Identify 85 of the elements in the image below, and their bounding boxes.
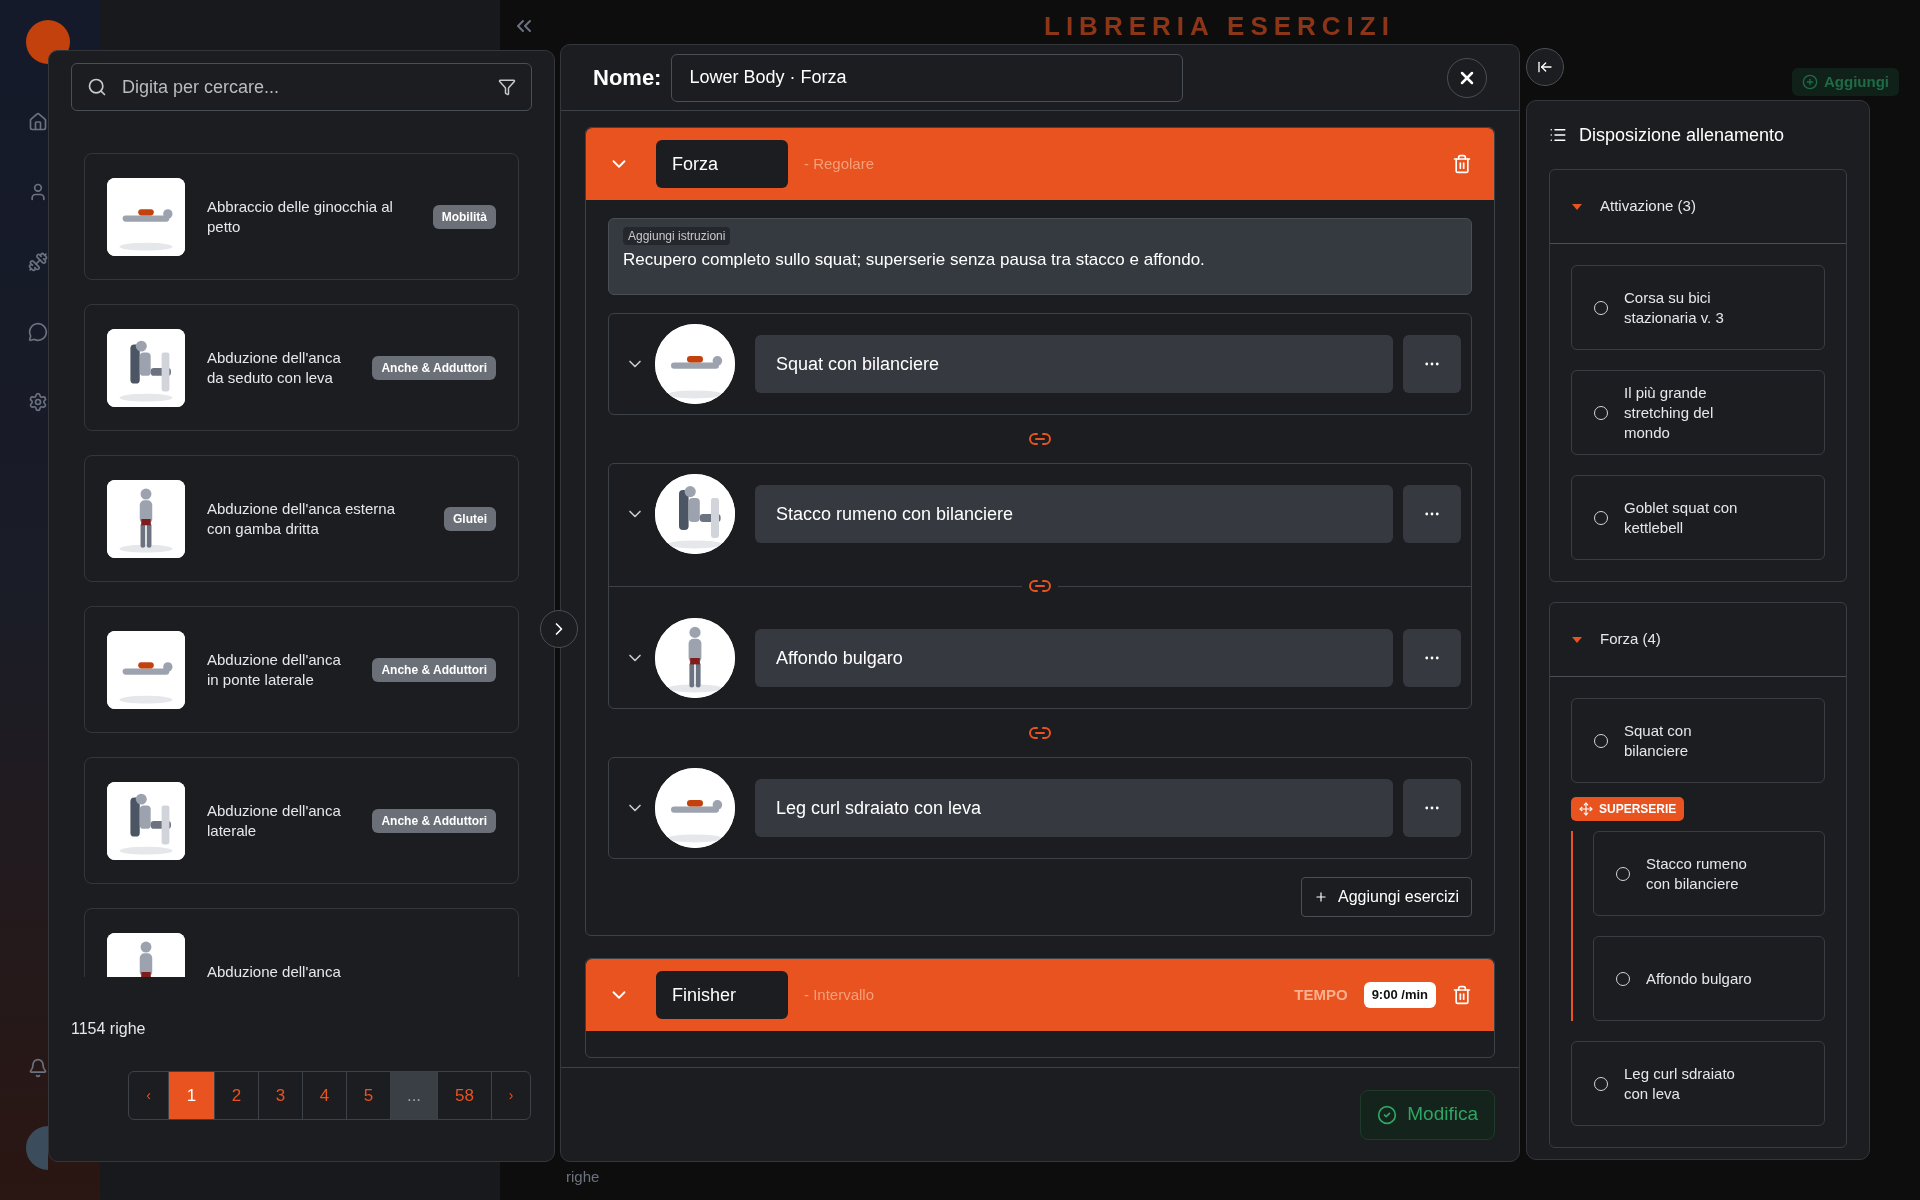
page-button[interactable]: 2	[215, 1072, 259, 1119]
group-title: Attivazione (3)	[1600, 196, 1696, 217]
layout-item[interactable]: Goblet squat con kettlebell	[1571, 475, 1825, 560]
exercise-name: Abduzione dell'anca	[207, 961, 342, 977]
tempo-label: TEMPO	[1294, 984, 1348, 1005]
category-tag: Mobilità	[432, 204, 496, 229]
layout-item-name: Affondo bulgaro	[1646, 968, 1753, 989]
category-tag: Anche & Adduttori	[372, 657, 496, 682]
next-page-button[interactable]: ›	[492, 1072, 530, 1119]
exercise-card[interactable]: Abduzione dell'anca da seduto con leva Anche & Adduttori	[84, 304, 519, 431]
superset-badge: SUPERSERIE	[1571, 797, 1685, 821]
check-icon	[1377, 1104, 1398, 1125]
plus-icon	[1802, 74, 1818, 90]
section-name-field[interactable]: Finisher	[656, 971, 788, 1019]
layout-item-name: Squat con bilanciere	[1624, 720, 1693, 761]
layout-item[interactable]: Affondo bulgaro	[1593, 936, 1825, 1021]
exercise-name: Abduzione dell'anca in ponte laterale	[207, 649, 342, 690]
more-icon	[1425, 362, 1439, 366]
more-icon	[1425, 512, 1439, 516]
move-icon	[1579, 802, 1593, 816]
exercise-name-field[interactable]: Leg curl sdraiato con leva	[755, 779, 1393, 837]
triangle-down-icon[interactable]	[1572, 636, 1582, 643]
group-title: Forza (4)	[1600, 629, 1661, 650]
plus-icon	[1314, 890, 1329, 904]
workout-name-field[interactable]: Lower Body · Forza	[671, 53, 1184, 102]
filter-icon[interactable]	[498, 78, 516, 96]
dumbbell-icon[interactable]	[28, 250, 48, 274]
more-icon	[1425, 656, 1439, 660]
collapse-icon	[1537, 59, 1553, 75]
add-exercises-button[interactable]: Aggiungi esercizi	[1301, 877, 1472, 917]
layout-item[interactable]: Corsa su bici stazionaria v. 3	[1571, 265, 1825, 350]
exercise-name: Abduzione dell'anca da seduto con leva	[207, 347, 342, 388]
exercise-name-field[interactable]: Affondo bulgaro	[755, 629, 1393, 687]
delete-icon[interactable]	[1452, 984, 1472, 1006]
layout-item-name: Stacco rumeno con bilanciere	[1646, 853, 1748, 894]
exercise-card[interactable]: Abduzione dell'anca	[84, 908, 519, 977]
row-count: righe	[566, 1167, 600, 1187]
settings-icon[interactable]	[28, 390, 48, 414]
page-button[interactable]: 4	[303, 1072, 347, 1119]
exercise-name-field[interactable]: Stacco rumeno con bilanciere	[755, 485, 1393, 543]
more-icon	[1425, 806, 1439, 810]
exercise-card[interactable]: Abduzione dell'anca laterale Anche & Adduttori	[84, 757, 519, 884]
layout-item[interactable]: Squat con bilanciere	[1571, 698, 1825, 783]
page-button[interactable]: 3	[259, 1072, 303, 1119]
search-icon	[87, 77, 107, 97]
instructions-field[interactable]: Aggiungi istruzioni Recupero completo sullo squat; superserie senza pausa tra stacco e affondo.	[608, 218, 1472, 295]
exercise-name: Abduzione dell'anca esterna con gamba dritta	[207, 498, 396, 539]
exercise-card[interactable]: Abduzione dell'anca esterna con gamba dritta Glutei	[84, 455, 519, 582]
page-title: LIBRERIA ESERCIZI	[1044, 10, 1395, 42]
bell-icon[interactable]	[28, 1056, 48, 1080]
instructions-text: Recupero completo sullo squat; superserie senza pausa tra stacco e affondo.	[623, 249, 1206, 271]
category-tag: Anche & Adduttori	[372, 808, 496, 833]
page-ellipsis[interactable]: ...	[391, 1072, 438, 1119]
row-count: 1154 righe	[71, 1019, 147, 1039]
layout-item[interactable]: Stacco rumeno con bilanciere	[1593, 831, 1825, 916]
delete-icon[interactable]	[1452, 153, 1472, 175]
page-button[interactable]: 1	[169, 1072, 215, 1119]
category-tag: Anche & Adduttori	[372, 355, 496, 380]
section-name-field[interactable]: Forza	[656, 140, 788, 188]
list-icon	[1549, 126, 1567, 144]
instructions-label: Aggiungi istruzioni	[623, 227, 731, 245]
section-header[interactable]: Forza - Regolare	[586, 128, 1494, 200]
exercise-card[interactable]: Abbraccio delle ginocchia al petto Mobilità	[84, 153, 519, 280]
section-type: - Intervallo	[804, 984, 875, 1005]
layout-item-name: Leg curl sdraiato con leva	[1624, 1063, 1736, 1104]
tempo-value: 9:00 /min	[1363, 982, 1436, 1008]
layout-item-name: Corsa su bici stazionaria v. 3	[1624, 287, 1725, 328]
section-header[interactable]: Finisher - Intervallo TEMPO 9:00 /min	[586, 959, 1494, 1031]
category-tag: Glutei	[444, 506, 496, 531]
search-field[interactable]: Digita per cercare...	[71, 63, 532, 111]
layout-item-name: Il più grande stretching del mondo	[1624, 382, 1715, 443]
chat-icon[interactable]	[28, 320, 48, 344]
layout-item-name: Goblet squat con kettlebell	[1624, 497, 1739, 538]
layout-item[interactable]: Il più grande stretching del mondo	[1571, 370, 1825, 455]
name-label: Nome:	[593, 64, 662, 92]
exercise-card[interactable]: Abduzione dell'anca in ponte laterale Anche & Adduttori	[84, 606, 519, 733]
exercise-name: Abbraccio delle ginocchia al petto	[207, 196, 394, 237]
save-button[interactable]: Modifica	[1360, 1089, 1495, 1140]
section-type: - Regolare	[804, 153, 875, 174]
exercise-name-field[interactable]: Squat con bilanciere	[755, 335, 1393, 393]
page-button[interactable]: 58	[438, 1072, 492, 1119]
layout-item[interactable]: Leg curl sdraiato con leva	[1571, 1041, 1825, 1126]
triangle-down-icon[interactable]	[1572, 203, 1582, 210]
exercise-name: Abduzione dell'anca laterale	[207, 800, 342, 841]
panel-title: Disposizione allenamento	[1579, 123, 1785, 147]
